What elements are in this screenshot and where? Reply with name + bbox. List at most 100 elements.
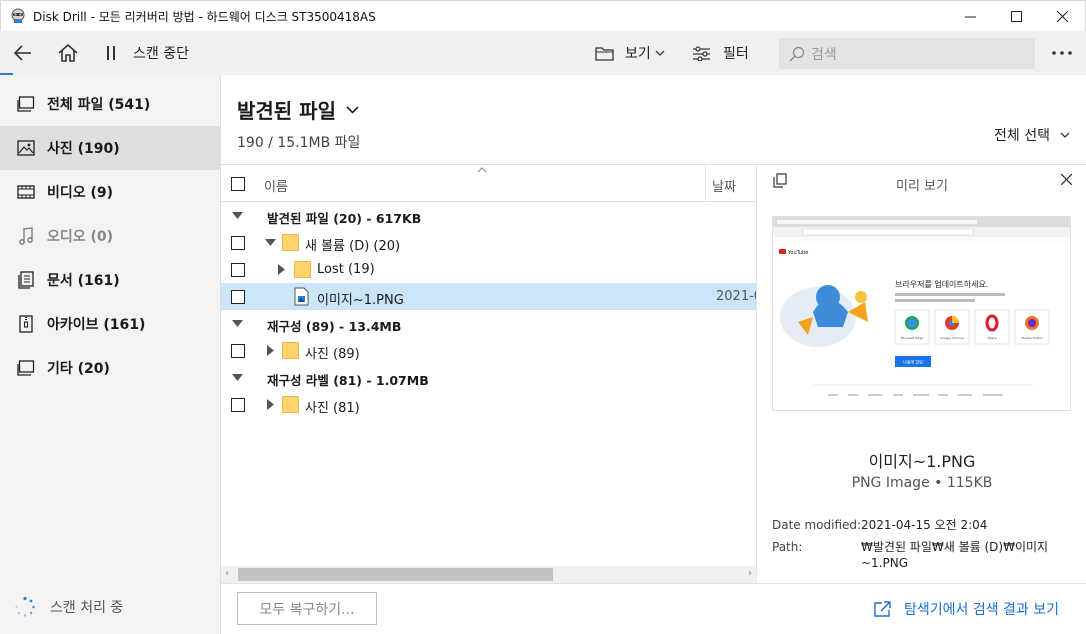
sort-ascending-icon [477, 167, 487, 173]
group-row[interactable]: 재구성 라벨 (81) - 1.07MB [221, 364, 756, 391]
preview-file-name: 이미지~1.PNG [868, 452, 976, 471]
minimize-button[interactable] [947, 1, 993, 32]
scan-status: 스캔 처리 중 [14, 596, 123, 618]
search-input[interactable]: 검색 [779, 38, 1035, 69]
sidebar-item-label: 아카이브 (161) [47, 317, 146, 333]
date-modified-label: Date modified: [772, 518, 862, 532]
path-label: Path: [772, 540, 803, 554]
close-window-button[interactable] [1039, 1, 1085, 32]
view-folder-icon[interactable] [594, 31, 614, 75]
sidebar-item-archives[interactable]: 아카이브 (161) [0, 302, 220, 346]
preview-browser-opera: Opera [987, 336, 996, 340]
filter-button-icon[interactable] [691, 31, 711, 75]
row-checkbox[interactable] [231, 263, 245, 277]
table-header: 이름 날짜 [221, 165, 756, 202]
table-row[interactable]: 새 볼륨 (D) (20) [221, 229, 756, 256]
browser-screenshot-thumbnail: YouTube 브라우저를 업데이트하세요. Microsoft Edge Go… [773, 217, 1070, 396]
date-modified-value: 2021-04-15 오전 2:04 [861, 518, 988, 532]
search-placeholder: 검색 [811, 46, 837, 63]
select-all-dropdown[interactable]: 전체 선택 [994, 125, 1070, 145]
collapse-triangle-icon [232, 374, 243, 381]
scrollbar-thumb[interactable] [238, 568, 553, 581]
sidebar-item-label: 전체 파일 (541) [47, 97, 151, 113]
home-icon [58, 44, 78, 62]
select-all-checkbox[interactable] [231, 177, 245, 191]
sidebar-item-label: 오디오 (0) [47, 229, 114, 245]
column-divider[interactable] [705, 165, 706, 201]
column-name-header[interactable]: 이름 [264, 176, 288, 195]
explorer-link-label: 탐색기에서 검색 결과 보기 [903, 602, 1059, 618]
expand-triangle-icon[interactable] [267, 399, 274, 410]
recover-all-button[interactable]: 모두 복구하기... [237, 592, 377, 625]
preview-pane: 미리 보기 YouTube 브라우저를 업데이트하세요. Microsoft E… [756, 164, 1086, 583]
footer: 모두 복구하기... 탐색기에서 검색 결과 보기 [221, 583, 1086, 634]
image-file-icon [294, 287, 309, 306]
scroll-right-icon[interactable]: › [748, 568, 752, 579]
row-checkbox[interactable] [231, 398, 245, 412]
expand-triangle-icon[interactable] [267, 345, 274, 356]
sidebar-item-other[interactable]: 기타 (20) [0, 346, 220, 390]
view-menu-button[interactable]: 보기 [625, 31, 665, 75]
filter-sliders-icon [692, 45, 710, 61]
pause-button[interactable] [104, 31, 118, 75]
table-row[interactable]: 사진 (89) [221, 337, 756, 364]
files-summary: 190 / 15.1MB 파일 [237, 135, 361, 151]
scroll-left-icon[interactable]: ‹ [225, 568, 229, 579]
folder-label: 사진 (81) [305, 401, 360, 416]
pause-scan-label[interactable]: 스캔 중단 [133, 31, 189, 75]
close-preview-icon[interactable] [1061, 174, 1072, 185]
pause-icon [107, 46, 115, 60]
close-icon [1056, 11, 1068, 22]
view-in-explorer-link[interactable]: 탐색기에서 검색 결과 보기 [874, 599, 1059, 619]
preview-browser-firefox: Mozilla Firefox [1021, 336, 1042, 340]
collapse-triangle-icon [232, 212, 243, 219]
folder-icon [282, 396, 299, 413]
collapse-triangle-icon[interactable] [265, 239, 276, 246]
table-row-selected[interactable]: 이미지~1.PNG 2021-04-15 [221, 283, 756, 310]
table-row[interactable]: 사진 (81) [221, 391, 756, 418]
toolbar: 스캔 중단 보기 필터 검색 [0, 31, 1086, 75]
group-label: 재구성 (89) - 13.4MB [267, 319, 402, 334]
group-row[interactable]: 발견된 파일 (20) - 617KB [221, 202, 756, 229]
preview-headline-text: 브라우저를 업데이트하세요. [895, 279, 988, 289]
preview-file-type: PNG Image • 115KB [851, 475, 993, 491]
expand-triangle-icon[interactable] [278, 264, 285, 275]
sidebar-item-audio[interactable]: 오디오 (0) [0, 214, 220, 258]
horizontal-scrollbar[interactable]: ‹ › [221, 566, 756, 583]
file-label: 이미지~1.PNG [317, 293, 404, 308]
other-icon [16, 358, 36, 378]
preview-brand-text: YouTube [787, 250, 808, 256]
sidebar-item-documents[interactable]: 문서 (161) [0, 258, 220, 302]
folder-label: 사진 (89) [305, 347, 360, 362]
sidebar: 전체 파일 (541) 사진 (190) 비디오 (9) 오디오 (0) 문서 … [0, 75, 221, 634]
preview-title: 미리 보기 [896, 179, 948, 194]
row-checkbox[interactable] [231, 344, 245, 358]
external-link-icon [874, 601, 891, 617]
filter-button[interactable]: 필터 [723, 31, 749, 75]
sidebar-item-label: 비디오 (9) [47, 185, 114, 201]
group-row[interactable]: 재구성 (89) - 13.4MB [221, 310, 756, 337]
picture-icon [16, 138, 36, 158]
sidebar-item-pictures[interactable]: 사진 (190) [0, 126, 220, 170]
title-bar: Disk Drill - 모든 리커버리 방법 - 하드웨어 디스크 ST350… [0, 0, 1086, 31]
found-files-dropdown[interactable]: 발견된 파일 [237, 95, 359, 124]
folder-icon [294, 261, 311, 278]
file-table: 이름 날짜 발견된 파일 (20) - 617KB 새 볼륨 (D) (20) … [221, 164, 756, 583]
folder-icon [282, 342, 299, 359]
preview-remind-button-text: 나중에 알림 [903, 359, 923, 365]
video-icon [16, 182, 36, 202]
sidebar-item-video[interactable]: 비디오 (9) [0, 170, 220, 214]
maximize-icon [1010, 11, 1022, 22]
maximize-button[interactable] [993, 1, 1039, 32]
more-options-button[interactable] [1050, 31, 1074, 75]
row-checkbox[interactable] [231, 236, 245, 250]
preview-browser-edge: Microsoft Edge [901, 336, 923, 340]
column-date-header[interactable]: 날짜 [712, 176, 736, 195]
home-button[interactable] [55, 31, 81, 75]
chevron-down-icon [655, 50, 665, 56]
select-all-label: 전체 선택 [994, 128, 1050, 144]
row-checkbox[interactable] [231, 290, 245, 304]
sidebar-item-all-files[interactable]: 전체 파일 (541) [0, 82, 220, 126]
back-button[interactable] [10, 31, 36, 75]
table-row[interactable]: Lost (19) [221, 256, 756, 283]
